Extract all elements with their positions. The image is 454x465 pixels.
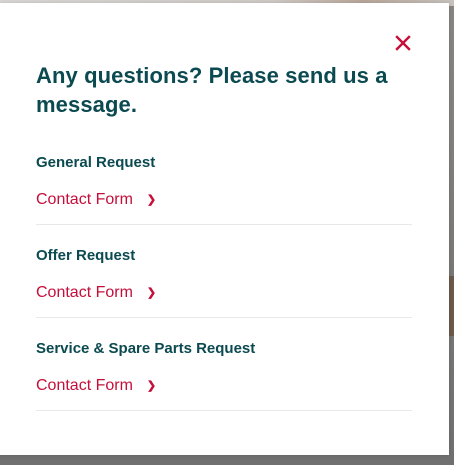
close-icon[interactable] [395, 35, 411, 51]
contact-dialog: Any questions? Please send us a message.… [0, 3, 449, 455]
section-title: Service & Spare Parts Request [36, 340, 256, 357]
contact-form-link[interactable]: Contact Form ❯ [36, 283, 156, 303]
chevron-right-icon: ❯ [146, 287, 157, 299]
chevron-right-icon: ❯ [146, 380, 157, 392]
contact-form-link[interactable]: Contact Form ❯ [36, 376, 156, 396]
section-general-request: General Request Contact Form ❯ [36, 154, 412, 225]
contact-form-link[interactable]: Contact Form ❯ [36, 190, 156, 210]
close-button[interactable] [391, 31, 415, 55]
contact-form-link-label: Contact Form [36, 191, 133, 208]
dialog-heading: Any questions? Please send us a message. [36, 63, 388, 117]
contact-form-link-label: Contact Form [36, 377, 133, 394]
chevron-right-icon: ❯ [146, 194, 157, 206]
section-title: General Request [36, 154, 156, 171]
section-title: Offer Request [36, 247, 136, 264]
contact-form-link-label: Contact Form [36, 284, 133, 301]
backdrop-image-edge [449, 276, 454, 336]
section-service-spare-parts-request: Service & Spare Parts Request Contact Fo… [36, 340, 412, 411]
section-offer-request: Offer Request Contact Form ❯ [36, 247, 412, 318]
